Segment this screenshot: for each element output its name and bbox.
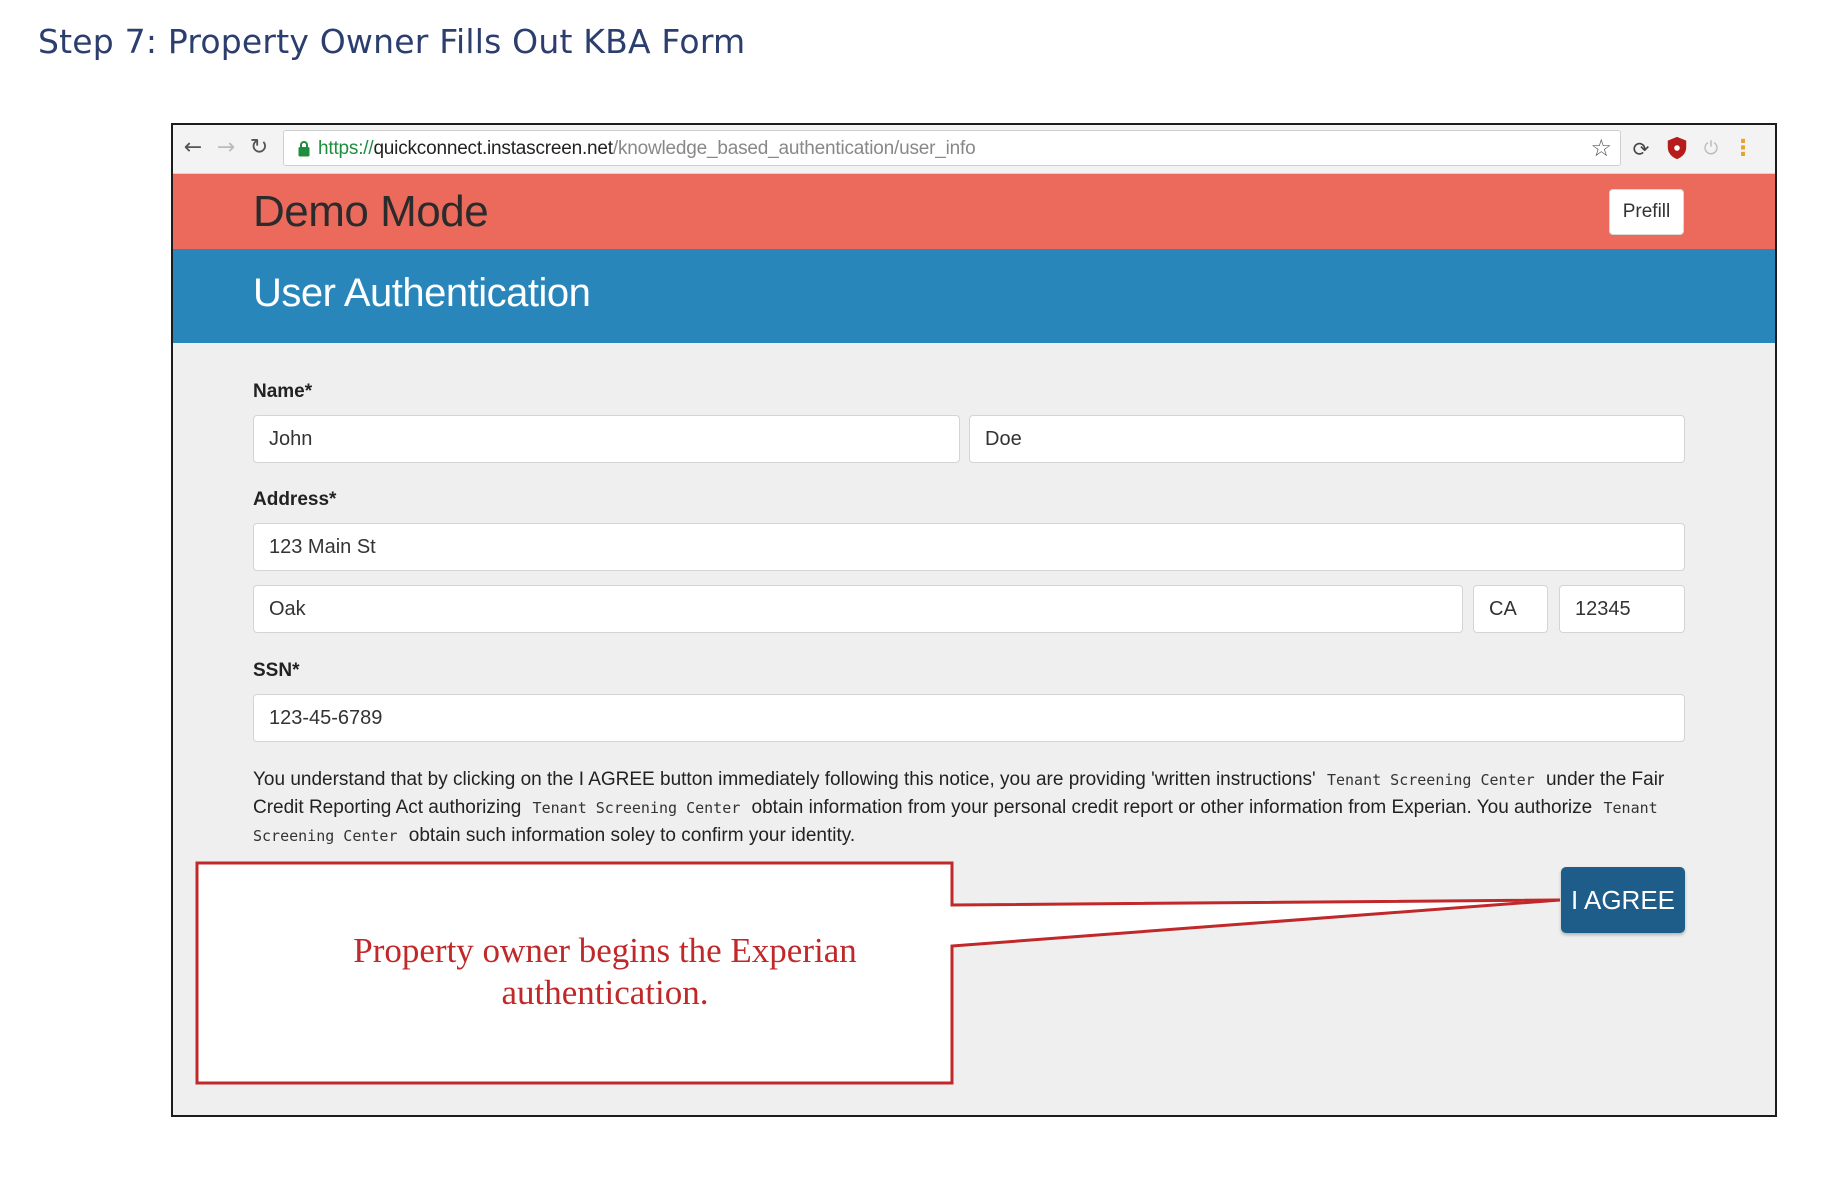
url-host: quickconnect.instascreen.net [373, 138, 613, 159]
forward-arrow-icon[interactable]: → [211, 133, 241, 163]
last-name-input[interactable] [969, 415, 1685, 463]
url-text: https://quickconnect.instascreen.net/kno… [318, 138, 976, 160]
reload-icon[interactable]: ↻ [244, 133, 274, 163]
back-arrow-icon[interactable]: ← [178, 133, 208, 163]
notice-text: obtain such information soley to confirm… [408, 825, 856, 846]
fcra-notice: You understand that by clicking on the I… [253, 766, 1673, 850]
i-agree-button[interactable]: I AGREE [1561, 867, 1685, 933]
company-name: Tenant Screening Center [1326, 771, 1535, 789]
callout-line: Property owner begins the Experian [353, 931, 857, 970]
callout-line: authentication. [501, 973, 709, 1012]
power-extension-icon[interactable]: ⏻ [1699, 137, 1723, 161]
city-input[interactable] [253, 585, 1463, 633]
company-name: Tenant Screening Center [532, 799, 741, 817]
url-bar[interactable]: https://quickconnect.instascreen.net/kno… [283, 130, 1621, 166]
user-authentication-header: User Authentication [173, 249, 1775, 343]
state-input[interactable] [1473, 585, 1548, 633]
notice-text: obtain information from your personal cr… [751, 797, 1593, 818]
demo-mode-banner: Demo Mode Prefill [173, 174, 1775, 249]
callout-text: Property owner begins the Experian authe… [220, 930, 990, 1014]
demo-mode-title: Demo Mode [253, 187, 489, 236]
url-path: /knowledge_based_authentication/user_inf… [612, 138, 976, 159]
browser-toolbar: ← → ↻ https://quickconnect.instascreen.n… [173, 125, 1775, 174]
step-title: Step 7: Property Owner Fills Out KBA For… [38, 22, 746, 61]
bookmark-star-icon[interactable]: ☆ [1590, 134, 1612, 162]
menu-kebab-icon[interactable]: ⋮ [1731, 137, 1755, 161]
name-label: Name* [253, 381, 313, 402]
first-name-input[interactable] [253, 415, 960, 463]
notice-text: You understand that by clicking on the I… [253, 769, 1316, 790]
ssn-input[interactable] [253, 694, 1685, 742]
street-address-input[interactable] [253, 523, 1685, 571]
address-label: Address* [253, 489, 337, 510]
sync-extension-icon[interactable]: ⟳ [1629, 137, 1653, 161]
zip-input[interactable] [1559, 585, 1685, 633]
ssn-label: SSN* [253, 660, 300, 681]
url-scheme: https:// [318, 138, 374, 159]
shield-extension-icon[interactable] [1665, 136, 1689, 160]
lock-icon [298, 141, 310, 157]
page-title: User Authentication [253, 271, 591, 315]
prefill-button[interactable]: Prefill [1609, 189, 1684, 235]
